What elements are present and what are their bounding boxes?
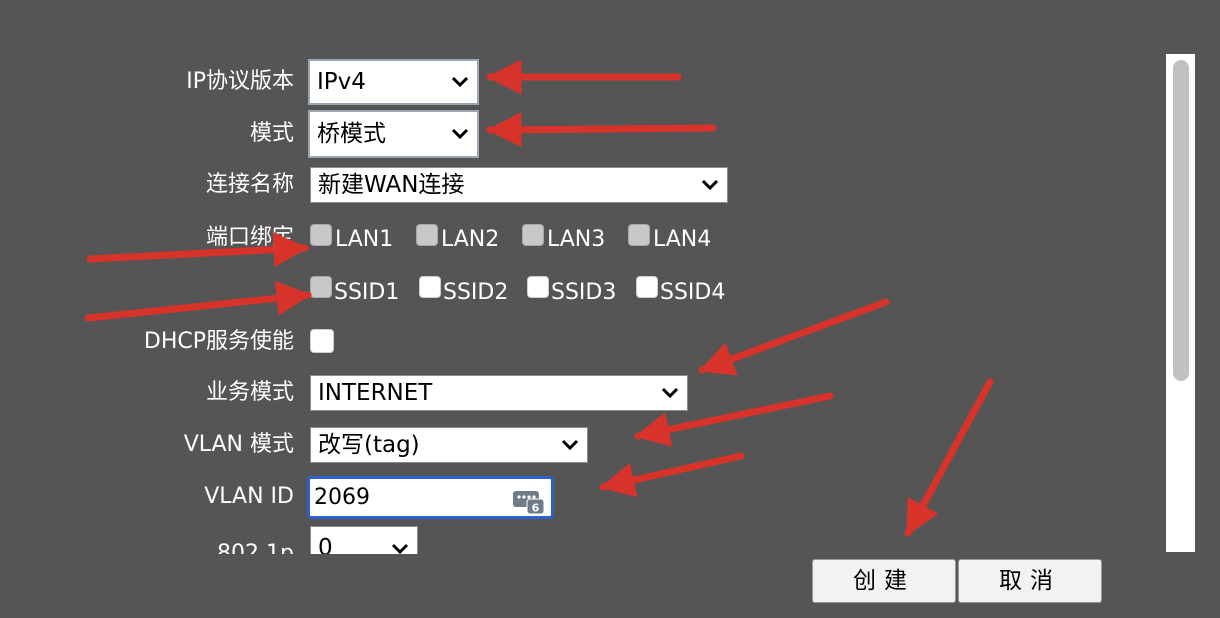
vlan-id-label: VLAN ID <box>204 484 294 509</box>
lan1-checkbox[interactable] <box>310 224 332 246</box>
ssid4-checkbox[interactable] <box>636 276 658 298</box>
mode-select[interactable]: 桥模式 <box>308 110 479 158</box>
ssid1-checkbox[interactable] <box>310 276 332 298</box>
vlan-mode-select[interactable]: 改写(tag) <box>310 427 588 463</box>
cancel-button[interactable]: 取消 <box>958 559 1102 603</box>
lan2-checkbox[interactable] <box>416 224 438 246</box>
lan3-label: LAN3 <box>547 227 606 252</box>
ip-protocol-select[interactable]: IPv4 <box>308 59 479 105</box>
mode-label: 模式 <box>249 121 294 146</box>
dhcp-label: DHCP服务使能 <box>143 329 294 354</box>
keyboard-badge: 6 <box>532 502 540 515</box>
ssid2-checkbox[interactable] <box>419 276 441 298</box>
lan4-label: LAN4 <box>653 227 712 252</box>
ip-protocol-label: IP协议版本 <box>186 69 294 94</box>
ssid3-checkbox[interactable] <box>527 276 549 298</box>
dhcp-checkbox[interactable] <box>310 329 334 353</box>
lan3-checkbox[interactable] <box>522 224 544 246</box>
service-mode-value: INTERNET <box>318 380 433 406</box>
mode-value: 桥模式 <box>317 121 386 147</box>
lan2-label: LAN2 <box>441 227 500 252</box>
chevron-down-icon <box>661 387 679 399</box>
vlan-id-value: 2069 <box>314 485 370 510</box>
vlan-mode-value: 改写(tag) <box>318 432 420 458</box>
lan4-checkbox[interactable] <box>628 224 650 246</box>
chevron-down-icon <box>561 439 579 451</box>
ssid3-label: SSID3 <box>551 280 617 305</box>
wan-form: IP协议版本 IPv4 模式 桥模式 连接名称 新建WAN连接 端口绑定 LAN… <box>0 0 1166 554</box>
vlan-mode-label: VLAN 模式 <box>183 432 294 457</box>
ssid2-label: SSID2 <box>443 280 509 305</box>
service-mode-label: 业务模式 <box>205 380 294 405</box>
ssid4-label: SSID4 <box>660 280 726 305</box>
lan1-label: LAN1 <box>335 227 394 252</box>
service-mode-select[interactable]: INTERNET <box>310 375 688 411</box>
dot1p-value: 0 <box>318 535 333 554</box>
chevron-down-icon <box>451 128 469 140</box>
dot1p-label: 802.1p <box>217 541 294 554</box>
vertical-scrollbar[interactable] <box>1166 54 1195 552</box>
vlan-id-input[interactable]: 2069 6 <box>307 476 554 519</box>
ip-protocol-value: IPv4 <box>317 69 366 95</box>
ssid1-label: SSID1 <box>334 280 400 305</box>
keyboard-icon[interactable]: 6 <box>511 483 545 515</box>
connection-name-select[interactable]: 新建WAN连接 <box>310 167 728 203</box>
chevron-down-icon <box>451 76 469 88</box>
dot1p-select[interactable]: 0 <box>310 526 418 554</box>
scrollbar-thumb[interactable] <box>1173 60 1189 381</box>
chevron-down-icon <box>701 179 719 191</box>
create-button[interactable]: 创建 <box>812 559 956 603</box>
connection-name-label: 连接名称 <box>205 172 294 197</box>
chevron-down-icon <box>391 543 409 554</box>
connection-name-value: 新建WAN连接 <box>318 172 465 198</box>
port-binding-label: 端口绑定 <box>205 225 294 250</box>
